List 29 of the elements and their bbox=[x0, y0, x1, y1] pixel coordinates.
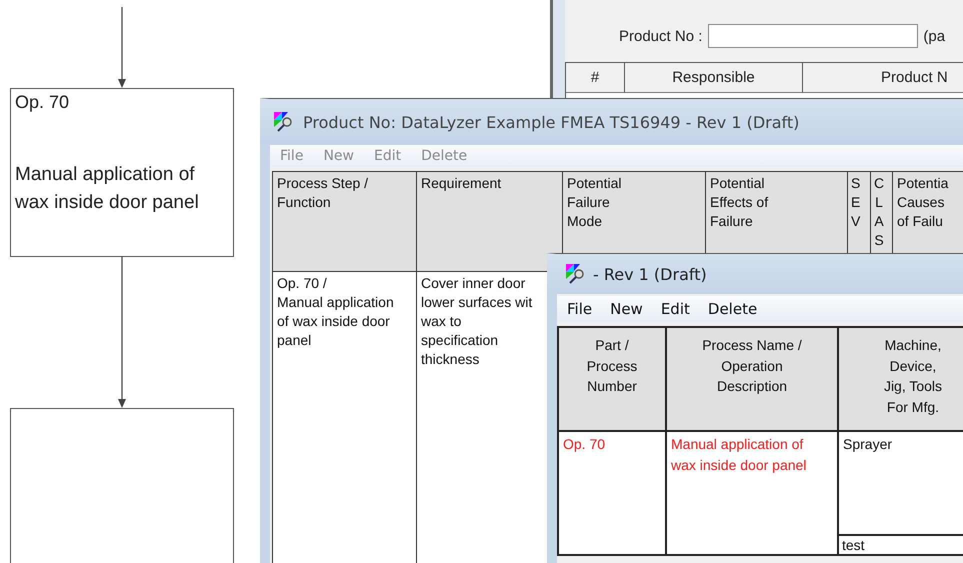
window-title: - Rev 1 (Draft) bbox=[593, 264, 707, 284]
table-cell: Op. 70 / Manual application of wax inside door panel bbox=[277, 274, 394, 350]
menu-item[interactable]: Delete bbox=[708, 300, 758, 318]
step-description: Manual application of wax inside door panel bbox=[15, 163, 199, 215]
table-cell-text: Op. 70 bbox=[563, 435, 606, 454]
column-header: # bbox=[590, 69, 600, 86]
field-hint: (pa bbox=[923, 28, 946, 44]
column-header: Process Step / Function bbox=[277, 174, 368, 212]
menu-item[interactable]: New bbox=[610, 300, 643, 318]
column-header: Requirement bbox=[421, 174, 502, 193]
product-no-field[interactable] bbox=[708, 24, 918, 48]
column-header: Machine, Device, Jig, Tools For Mfg. bbox=[884, 336, 942, 417]
column-header: Potential Effects of Failure bbox=[710, 174, 768, 231]
table-cell-text: Manual application of wax inside door panel bbox=[671, 435, 806, 475]
step-number: Op. 70 bbox=[15, 92, 70, 113]
menu-item[interactable]: Edit bbox=[660, 300, 690, 318]
column-header: Process Name / Operation Description bbox=[702, 336, 802, 396]
column-header: Product N bbox=[881, 69, 948, 86]
column-header: Part / Process Number bbox=[586, 336, 638, 396]
table-cell-text: Sprayer bbox=[843, 435, 892, 454]
menu-item[interactable]: File bbox=[567, 300, 592, 318]
column-header: S E V bbox=[851, 174, 860, 231]
column-header: C L A S bbox=[874, 174, 884, 250]
window-title: Product No: DataLyzer Example FMEA TS16949 - Rev 1 (Draft) bbox=[303, 112, 800, 132]
column-header: Potential Failure Mode bbox=[567, 174, 622, 231]
column-header: Potentia Causes of Failu bbox=[897, 174, 948, 231]
field-label: Product No : bbox=[619, 28, 702, 44]
table-cell: Cover inner door lower surfaces wit wax to specification thickness bbox=[421, 274, 532, 369]
column-header: Responsible bbox=[672, 69, 755, 86]
